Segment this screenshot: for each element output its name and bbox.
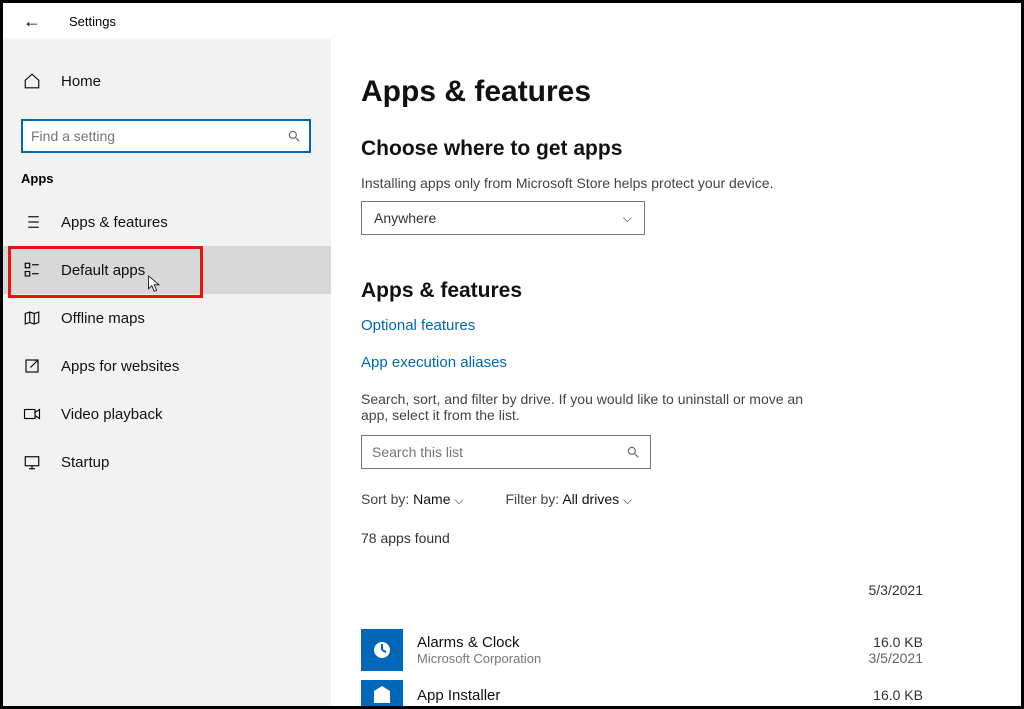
- app-name: Alarms & Clock: [417, 634, 541, 651]
- link-app-execution-aliases[interactable]: App execution aliases: [361, 354, 507, 371]
- apps-count: 78 apps found: [361, 530, 973, 546]
- sidebar-item-offline-maps[interactable]: Offline maps: [3, 294, 331, 342]
- app-list-search[interactable]: [361, 435, 651, 469]
- chevron-down-icon: ⌵: [454, 493, 463, 507]
- sidebar-item-default-apps[interactable]: Default apps: [3, 246, 331, 294]
- sidebar-item-label: Default apps: [61, 262, 145, 279]
- sidebar-item-video-playback[interactable]: Video playback: [3, 390, 331, 438]
- sidebar-item-label: Offline maps: [61, 310, 145, 327]
- open-external-icon: [21, 355, 43, 377]
- cursor-icon: [147, 274, 163, 294]
- startup-icon: [21, 451, 43, 473]
- sidebar-item-label: Startup: [61, 454, 109, 471]
- app-source-value: Anywhere: [374, 210, 436, 226]
- search-icon: [287, 129, 301, 143]
- app-list-search-input[interactable]: [372, 444, 626, 460]
- app-date: 3/5/2021: [869, 650, 924, 666]
- sidebar-item-label: Apps for websites: [61, 358, 179, 375]
- defaults-icon: [21, 259, 43, 281]
- sort-by-control[interactable]: Sort by: Name ⌵: [361, 491, 464, 508]
- section-app-source: Choose where to get apps: [361, 137, 973, 161]
- window-title: Settings: [69, 14, 116, 29]
- app-size: 16.0 KB: [873, 687, 923, 703]
- sidebar-home[interactable]: Home: [3, 57, 331, 105]
- home-icon: [21, 70, 43, 92]
- chevron-down-icon: ⌵: [623, 493, 632, 507]
- sidebar-item-apps-for-websites[interactable]: Apps for websites: [3, 342, 331, 390]
- list-icon: [21, 211, 43, 233]
- sort-value: Name: [413, 491, 450, 507]
- top-date: 5/3/2021: [361, 582, 973, 598]
- video-icon: [21, 403, 43, 425]
- map-icon: [21, 307, 43, 329]
- filter-by-control[interactable]: Filter by: All drives ⌵: [506, 491, 633, 508]
- list-helper-text: Search, sort, and filter by drive. If yo…: [361, 391, 821, 423]
- sidebar-item-startup[interactable]: Startup: [3, 438, 331, 486]
- app-size: 16.0 KB: [869, 634, 924, 650]
- section-apps-features: Apps & features: [361, 279, 973, 303]
- source-helper-text: Installing apps only from Microsoft Stor…: [361, 175, 973, 191]
- app-tile-icon: [361, 680, 403, 706]
- sidebar: Home Apps Apps & features: [3, 39, 331, 706]
- search-icon: [626, 445, 640, 459]
- back-button[interactable]: ←: [23, 11, 41, 32]
- app-row[interactable]: Alarms & Clock Microsoft Corporation 16.…: [361, 620, 973, 680]
- app-publisher: Microsoft Corporation: [417, 651, 541, 666]
- settings-search-input[interactable]: [31, 128, 287, 144]
- page-title: Apps & features: [361, 75, 973, 109]
- app-name: App Installer: [417, 687, 500, 704]
- app-row[interactable]: App Installer 16.0 KB: [361, 680, 973, 706]
- link-optional-features[interactable]: Optional features: [361, 317, 475, 334]
- app-tile-icon: [361, 629, 403, 671]
- filter-label: Filter by:: [506, 491, 560, 507]
- sidebar-group-apps: Apps: [3, 171, 331, 198]
- sidebar-item-apps-features[interactable]: Apps & features: [3, 198, 331, 246]
- settings-search[interactable]: [21, 119, 311, 153]
- sidebar-item-label: Apps & features: [61, 214, 168, 231]
- sidebar-home-label: Home: [61, 73, 101, 90]
- sidebar-item-label: Video playback: [61, 406, 162, 423]
- filter-value: All drives: [562, 491, 619, 507]
- sort-label: Sort by:: [361, 491, 409, 507]
- app-source-dropdown[interactable]: Anywhere ⌵: [361, 201, 645, 235]
- chevron-down-icon: ⌵: [623, 211, 632, 226]
